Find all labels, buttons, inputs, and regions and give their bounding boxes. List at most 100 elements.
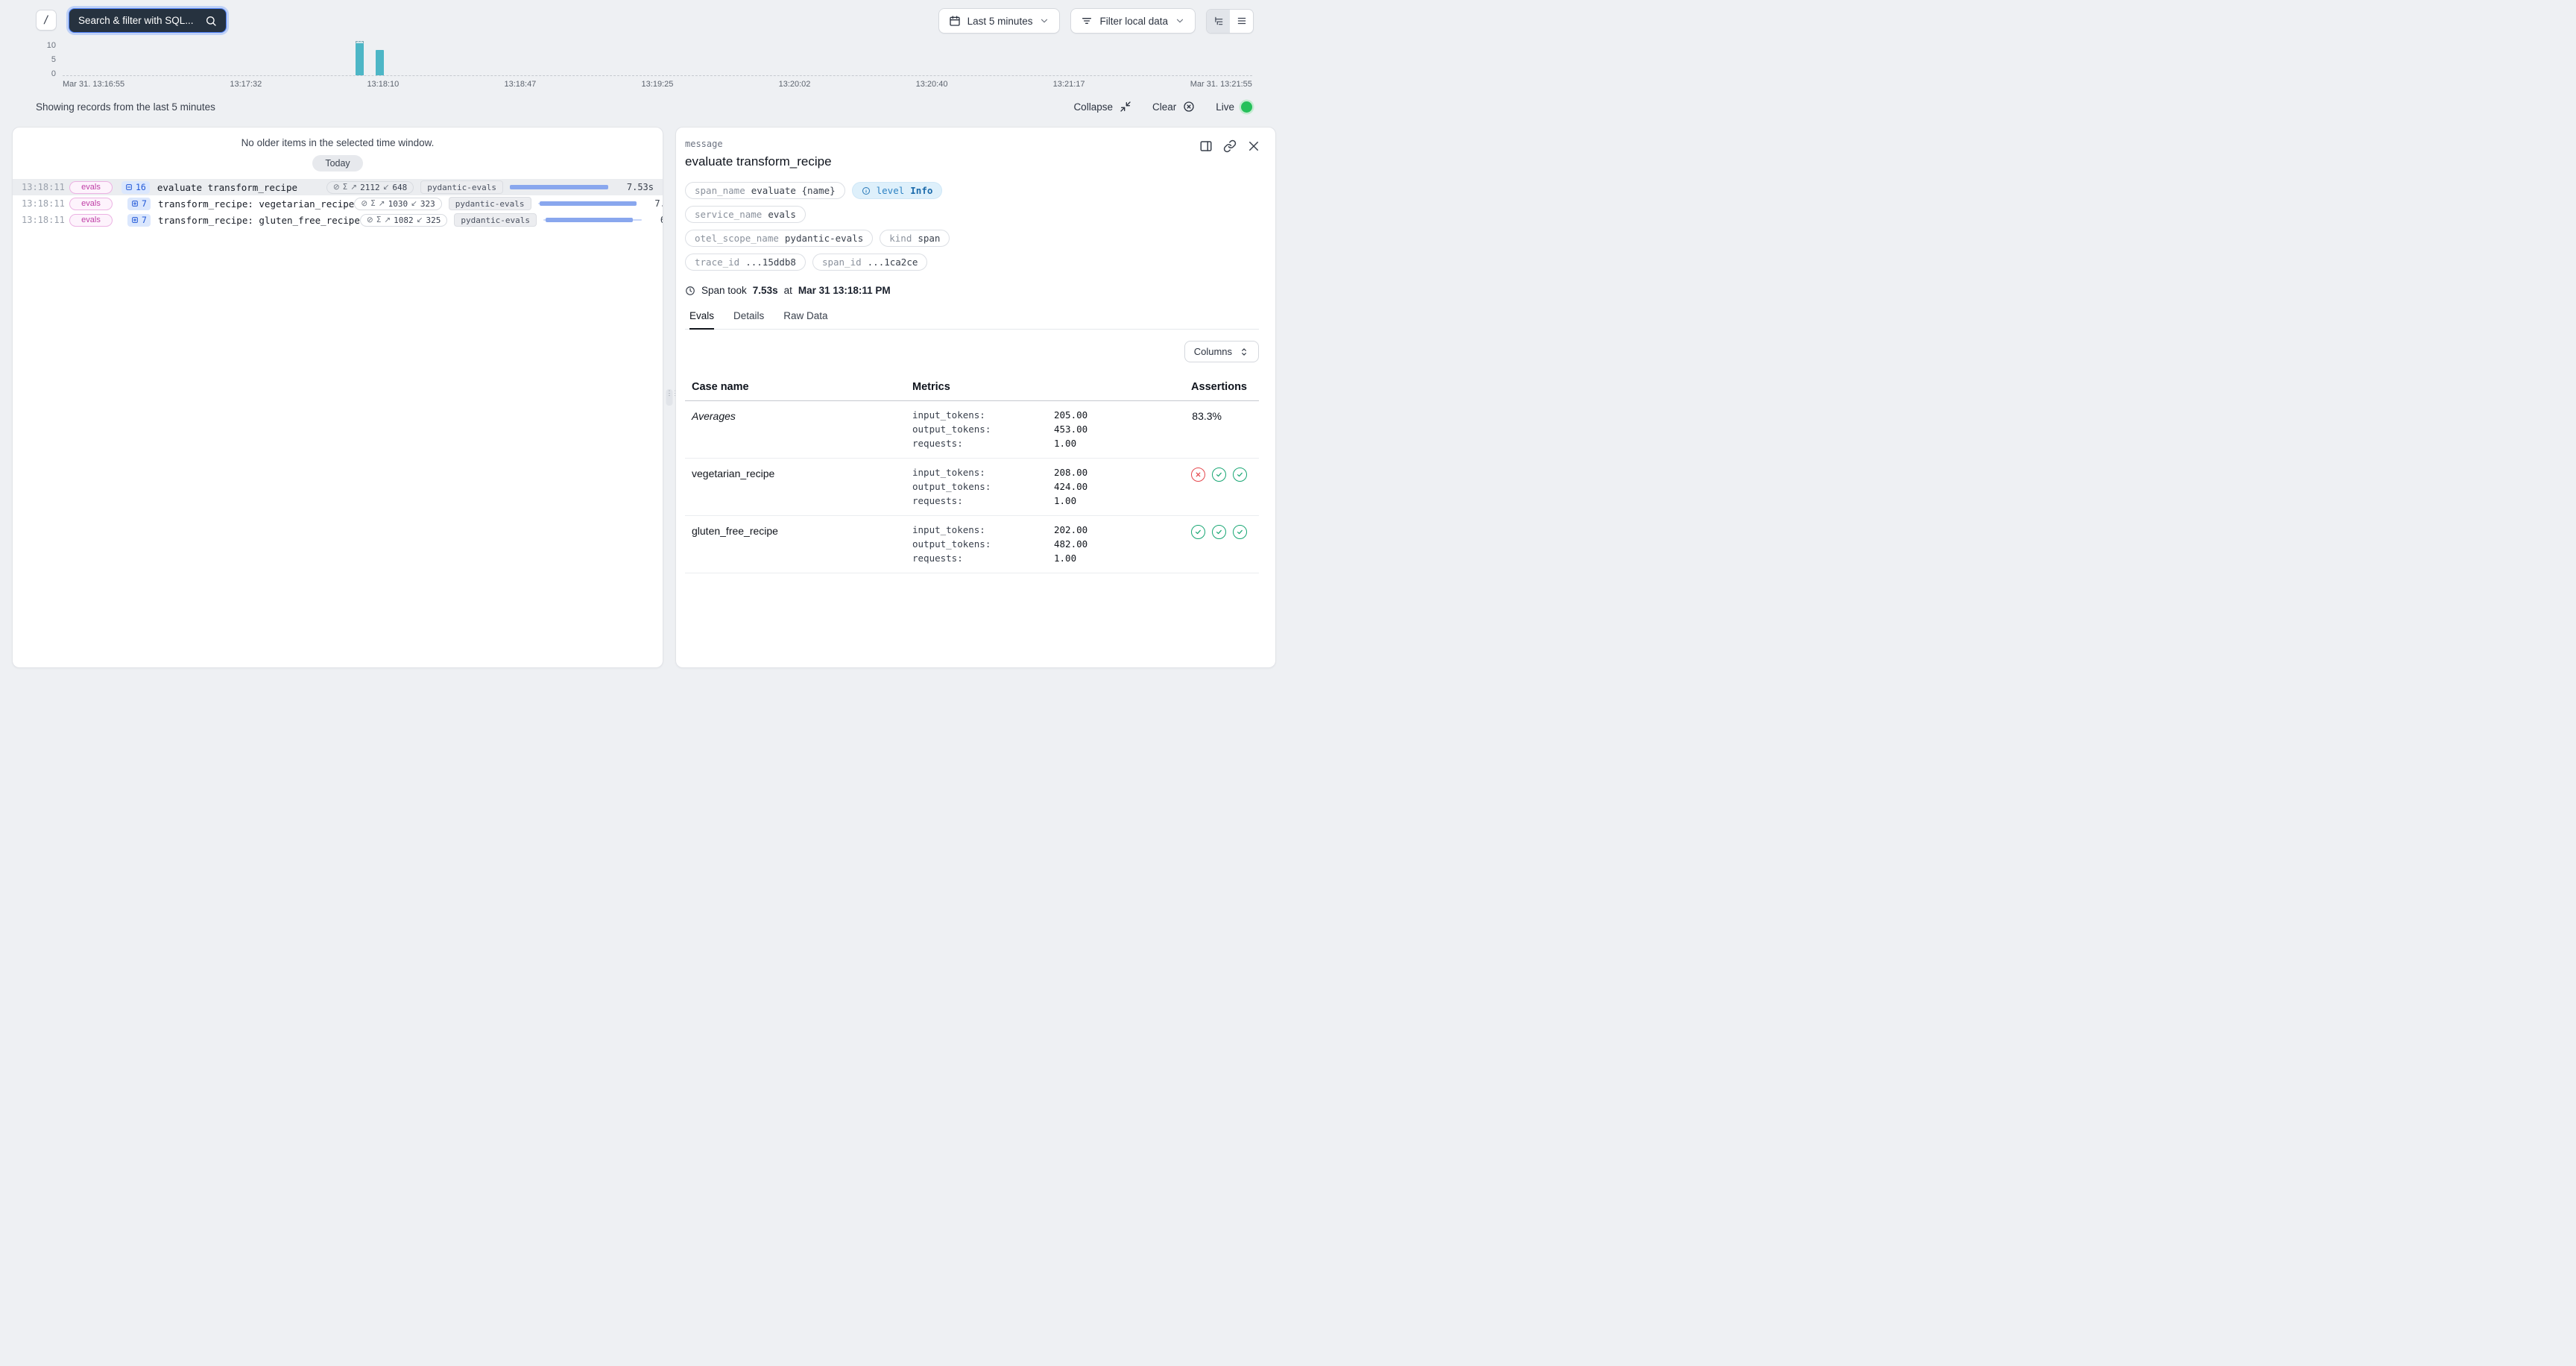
up-arrow-icon: ↗ — [379, 199, 385, 208]
dock-panel-icon[interactable] — [1199, 139, 1213, 153]
table-row[interactable]: vegetarian_recipe input_tokens:208.00 ou… — [685, 459, 1259, 516]
service-tag-badge[interactable]: evals — [69, 198, 113, 210]
service-tag-badge[interactable]: evals — [69, 214, 113, 227]
assertion-pass-icon — [1233, 525, 1247, 539]
metric-key: output_tokens: — [912, 538, 1054, 550]
otel-scope-tag[interactable]: pydantic-evals — [449, 197, 531, 210]
assertion-pass-icon — [1233, 468, 1247, 482]
children-count-badge[interactable]: 7 — [127, 198, 151, 210]
table-row[interactable]: gluten_free_recipe input_tokens:202.00 o… — [685, 516, 1259, 573]
pill-key: level — [877, 185, 905, 196]
tab-raw-data[interactable]: Raw Data — [783, 310, 827, 329]
pill-value: evaluate {name} — [751, 185, 836, 196]
trace-row[interactable]: 13:18:11 evals 16 evaluate transform_rec… — [13, 179, 663, 195]
x-tick: 13:18:47 — [504, 80, 536, 89]
chevron-down-icon — [1175, 16, 1185, 26]
otel-scope-tag[interactable]: pydantic-evals — [454, 213, 537, 227]
children-count-badge[interactable]: 16 — [121, 181, 150, 194]
histogram-plot[interactable] — [63, 43, 1252, 76]
histogram-bar[interactable] — [356, 43, 364, 75]
live-toggle[interactable]: Live — [1216, 101, 1252, 113]
filter-local-data-button[interactable]: Filter local data — [1070, 8, 1196, 34]
trace-row[interactable]: 13:18:11 evals 7 transform_recipe: glute… — [13, 212, 663, 228]
span-title[interactable]: evaluate transform_recipe — [157, 182, 297, 193]
metric-value: 482.00 — [1054, 538, 1149, 550]
metric-value: 202.00 — [1054, 524, 1149, 535]
topbar-right-controls: Last 5 minutes Filter local data — [938, 8, 1254, 34]
otel-scope-name-pill[interactable]: otel_scope_name pydantic-evals — [685, 230, 873, 247]
trace-timestamp: 13:18:11 — [13, 198, 65, 209]
tab-evals[interactable]: Evals — [689, 310, 714, 330]
span-waterfall[interactable] — [538, 199, 637, 208]
resize-handle[interactable]: ⋮⋮ — [666, 389, 673, 406]
tab-details[interactable]: Details — [733, 310, 764, 329]
span-waterfall[interactable] — [510, 183, 608, 192]
list-view-toggle[interactable] — [1230, 10, 1253, 33]
close-icon[interactable] — [1247, 139, 1260, 153]
assertion-fail-icon — [1191, 468, 1205, 482]
x-tick: 13:21:17 — [1053, 80, 1085, 89]
live-indicator-icon — [1241, 101, 1252, 113]
slash-shortcut-key[interactable]: / — [36, 10, 57, 31]
view-mode-toggle — [1206, 9, 1254, 34]
otel-scope-tag[interactable]: pydantic-evals — [420, 180, 503, 194]
span-waterfall[interactable] — [543, 215, 642, 224]
span-name-pill[interactable]: span_name evaluate {name} — [685, 182, 845, 199]
empty-window-notice: No older items in the selected time wind… — [13, 137, 663, 148]
service-tag-badge[interactable]: evals — [69, 181, 113, 194]
clock-icon — [685, 286, 695, 296]
metric-value: 205.00 — [1054, 409, 1149, 421]
token-usage-pill[interactable]: ⊘ Σ ↗1082 ↙325 — [360, 214, 447, 227]
pill-key: trace_id — [695, 256, 739, 268]
span-id-pill[interactable]: span_id ...1ca2ce — [812, 254, 927, 271]
evals-table: Case name Metrics Assertions Averages in… — [685, 374, 1259, 573]
panel-resize-gutter[interactable]: ⋮⋮ — [663, 127, 675, 668]
pill-key: otel_scope_name — [695, 233, 779, 244]
pill-key: span_id — [822, 256, 862, 268]
y-tick: 10 — [47, 43, 56, 48]
time-range-button[interactable]: Last 5 minutes — [938, 8, 1061, 34]
children-count-badge[interactable]: 7 — [127, 214, 151, 227]
token-usage-pill[interactable]: ⊘ Σ ↗1030 ↙323 — [354, 198, 441, 210]
list-view-icon — [1237, 16, 1247, 26]
day-divider-pill: Today — [312, 155, 362, 171]
took-connector: at — [784, 285, 792, 296]
histogram-bar[interactable] — [376, 50, 384, 75]
table-row[interactable]: Averages input_tokens:205.00 output_toke… — [685, 401, 1259, 459]
metric-value: 208.00 — [1054, 467, 1149, 478]
collapse-button[interactable]: Collapse — [1073, 101, 1131, 113]
token-usage-pill[interactable]: ⊘ Σ ↗2112 ↙648 — [326, 181, 414, 194]
metric-key: output_tokens: — [912, 424, 1054, 435]
columns-button[interactable]: Columns — [1184, 341, 1259, 362]
trace-id-pill[interactable]: trace_id ...15ddb8 — [685, 254, 806, 271]
service-name-pill[interactable]: service_name evals — [685, 206, 806, 223]
metric-value: 453.00 — [1054, 424, 1149, 435]
x-tick: 13:19:25 — [642, 80, 674, 89]
assertions-percentage: 83.3% — [1149, 409, 1247, 422]
x-circle-icon — [1183, 101, 1195, 113]
search-icon — [205, 15, 217, 27]
pill-value: span — [918, 233, 940, 244]
trace-row[interactable]: 13:18:11 evals 7 transform_recipe: veget… — [13, 195, 663, 212]
chevrons-up-down-icon — [1239, 347, 1249, 357]
trace-timestamp: 13:18:11 — [13, 182, 65, 192]
metric-key: output_tokens: — [912, 481, 1054, 492]
level-pill[interactable]: level Info — [852, 182, 943, 199]
case-name: vegetarian_recipe — [692, 467, 912, 479]
up-arrow-icon: ↗ — [384, 215, 391, 224]
tree-view-toggle[interactable] — [1207, 10, 1230, 33]
span-title[interactable]: transform_recipe: gluten_free_recipe — [158, 215, 360, 226]
assertions-icons — [1149, 524, 1247, 539]
span-title[interactable]: transform_recipe: vegetarian_recipe — [158, 198, 354, 210]
columns-label: Columns — [1194, 346, 1232, 357]
filter-label: Filter local data — [1099, 16, 1168, 27]
pill-value: ...15ddb8 — [745, 256, 796, 268]
records-histogram: 10 5 0 Mar 31. 13:16:55 13:17:32 13:18:1… — [36, 43, 1252, 89]
sigma-icon: Σ — [370, 199, 376, 208]
kind-pill[interactable]: kind span — [880, 230, 950, 247]
x-tick: 13:20:40 — [916, 80, 948, 89]
evals-table-header: Case name Metrics Assertions — [685, 374, 1259, 401]
clear-button[interactable]: Clear — [1152, 101, 1195, 113]
search-sql-button[interactable]: Search & filter with SQL... — [69, 8, 227, 33]
copy-link-icon[interactable] — [1223, 139, 1237, 153]
